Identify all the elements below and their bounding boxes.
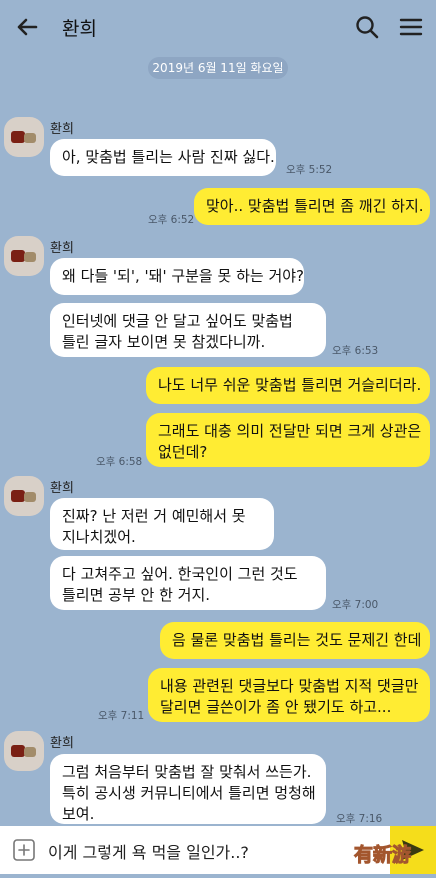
chat-header: 환희 <box>0 0 436 54</box>
plus-icon[interactable] <box>12 838 36 862</box>
message-time: 오후 7:11 <box>98 710 145 722</box>
message-line: 틀린 글자 보이면 못 참겠다니까. <box>62 333 266 351</box>
menu-icon[interactable] <box>396 12 426 42</box>
search-icon[interactable] <box>352 12 382 42</box>
message-time: 오후 6:53 <box>332 345 379 357</box>
message-time: 오후 5:52 <box>286 164 333 176</box>
message-line: 내용 관련된 댓글보다 맞춤법 지적 댓글만 <box>160 677 419 695</box>
message-line: 보여. <box>62 805 95 823</box>
back-arrow-icon[interactable] <box>12 12 42 42</box>
message-line: 없던데? <box>158 443 208 461</box>
message-time: 오후 7:16 <box>336 813 383 825</box>
message-bubble[interactable]: 다 고쳐주고 싶어. 한국인이 그런 것도 틀리면 공부 안 한 거지. <box>50 556 326 610</box>
message-time: 오후 7:00 <box>332 599 379 611</box>
avatar[interactable] <box>4 236 44 276</box>
message-bubble[interactable]: 아, 맞춤법 틀리는 사람 진짜 싫다. <box>50 139 276 176</box>
message-line: 다 고쳐주고 싶어. 한국인이 그런 것도 <box>62 565 298 583</box>
message-bubble[interactable]: 음 물론 맞춤법 틀리는 것도 문제긴 한데 <box>160 622 430 659</box>
message-time: 오후 6:58 <box>96 456 143 468</box>
date-divider: 2019년 6월 11일 화요일 <box>148 57 288 79</box>
chat-title: 환희 <box>62 18 97 40</box>
avatar[interactable] <box>4 117 44 157</box>
message-line: 틀리면 공부 안 한 거지. <box>62 586 211 604</box>
avatar[interactable] <box>4 731 44 771</box>
message-input-bar: 이게 그렇게 욕 먹을 일인가..? 有新游 <box>0 826 436 874</box>
message-line: 그럼 처음부터 맞춤법 잘 맞춰서 쓰든가. <box>62 763 312 781</box>
message-bubble[interactable]: 인터넷에 댓글 안 달고 싶어도 맞춤법 틀린 글자 보이면 못 참겠다니까. <box>50 303 326 357</box>
message-input[interactable]: 이게 그렇게 욕 먹을 일인가..? <box>48 839 249 863</box>
message-line: 진짜? 난 저런 거 예민해서 못 <box>62 507 246 525</box>
message-time: 오후 6:52 <box>148 214 195 226</box>
message-bubble[interactable]: 그럼 처음부터 맞춤법 잘 맞춰서 쓰든가. 특히 공시생 커뮤니티에서 틀리면… <box>50 754 326 824</box>
message-line: 그래도 대충 의미 전달만 되면 크게 상관은 <box>158 422 422 440</box>
message-line: 특히 공시생 커뮤니티에서 틀리면 멍청해 <box>62 784 316 802</box>
sender-name: 환희 <box>50 241 74 256</box>
message-bubble[interactable]: 나도 너무 쉬운 맞춤법 틀리면 거슬리더라. <box>146 367 430 404</box>
message-line: 달리면 글쓴이가 좀 안 됐기도 하고... <box>160 698 392 716</box>
sender-name: 환희 <box>50 122 74 137</box>
message-line: 인터넷에 댓글 안 달고 싶어도 맞춤법 <box>62 312 293 330</box>
message-bubble[interactable]: 진짜? 난 저런 거 예민해서 못 지나치겠어. <box>50 498 274 550</box>
message-bubble[interactable]: 맞아.. 맞춤법 틀리면 좀 깨긴 하지. <box>194 188 430 225</box>
sender-name: 환희 <box>50 736 74 751</box>
message-bubble[interactable]: 내용 관련된 댓글보다 맞춤법 지적 댓글만 달리면 글쓴이가 좀 안 됐기도 … <box>148 668 430 722</box>
message-bubble[interactable]: 왜 다들 '되', '돼' 구분을 못 하는 거야? <box>50 258 304 295</box>
message-bubble[interactable]: 그래도 대충 의미 전달만 되면 크게 상관은 없던데? <box>146 413 430 467</box>
sender-name: 환희 <box>50 481 74 496</box>
avatar[interactable] <box>4 476 44 516</box>
message-line: 지나치겠어. <box>62 528 136 546</box>
watermark: 有新游 <box>353 844 412 867</box>
